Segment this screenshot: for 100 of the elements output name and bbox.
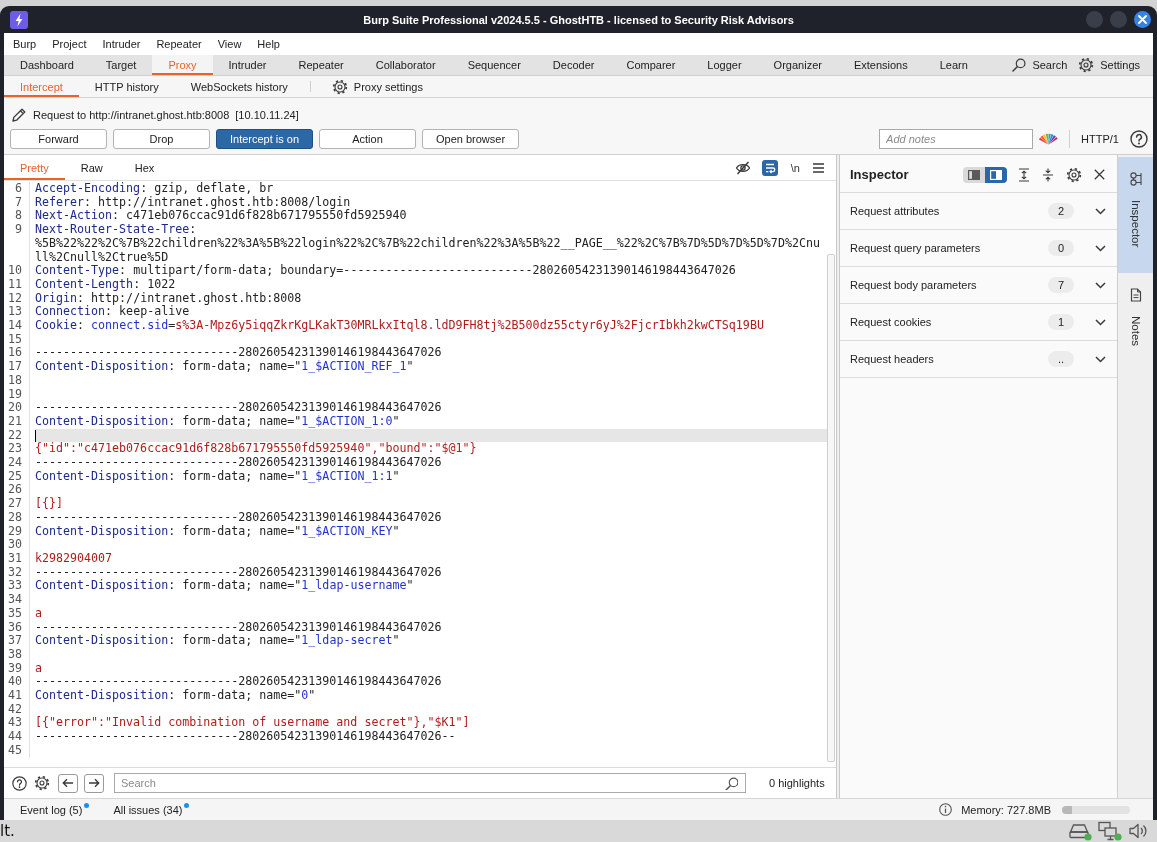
main-tab[interactable]: Repeater [282, 55, 360, 75]
count-badge: 2 [1048, 203, 1074, 219]
menu-item[interactable]: Repeater [156, 38, 202, 50]
main-tab[interactable]: Target [89, 55, 153, 75]
scrollbar-thumb[interactable] [827, 254, 835, 762]
code-line: Cookie: connect.sid=s%3A-Mpz6y5iqqZkrKgLKakT30MRLkxItql8.ldD9FH8tj%2B500dz55ctyr6yJ%2FjcrIbkh2kwCTSq19BU [35, 319, 764, 333]
toolbar-button[interactable]: Action [319, 129, 416, 149]
panel-left-icon [968, 169, 980, 180]
close-button[interactable] [1134, 11, 1151, 28]
menu-item[interactable]: Project [52, 38, 87, 50]
line-number: 15 [7, 331, 22, 346]
drive-icon[interactable] [1068, 821, 1092, 841]
line-number: 36 [7, 619, 22, 634]
status-tab[interactable]: All issues (34) [113, 803, 190, 816]
line-number: 11 [7, 276, 22, 291]
menu-item[interactable]: Intruder [102, 38, 141, 50]
settings-button[interactable]: Settings [1073, 57, 1145, 73]
line-number: 26 [7, 482, 22, 497]
search-button[interactable]: Search [1007, 58, 1073, 72]
taskbar-text: lt. [0, 822, 15, 840]
collapse-all-icon[interactable] [1042, 167, 1054, 182]
help-icon[interactable] [1130, 130, 1148, 148]
main-tab[interactable]: Dashboard [4, 55, 90, 75]
speaker-icon[interactable] [1128, 822, 1148, 840]
code-line: Content-Disposition: form-data; name="1_$ACTION_REF_1" [35, 360, 414, 374]
main-tab[interactable]: Organizer [757, 55, 838, 75]
toolbar-button[interactable]: Forward [10, 129, 107, 149]
previous-button[interactable] [58, 773, 78, 793]
expand-all-icon[interactable] [1018, 167, 1030, 182]
line-number: 20 [7, 400, 22, 415]
inspector-section[interactable]: Request cookies 1 [840, 304, 1117, 341]
code-line: -----------------------------28026054231390146198443647026 [35, 346, 442, 360]
layout-option[interactable] [963, 166, 985, 183]
line-number: 16 [7, 345, 22, 360]
code-line: Accept-Encoding: gzip, deflate, br [35, 182, 274, 196]
close-icon[interactable] [1094, 169, 1105, 180]
line-number: 8 [15, 208, 22, 223]
toolbar-button[interactable]: Drop [113, 129, 210, 149]
code-line: Content-Disposition: form-data; name="1_$ACTION_1:0" [35, 414, 400, 429]
toolbar-button[interactable]: Open browser [422, 129, 519, 149]
search-field[interactable]: Search [114, 773, 746, 793]
inspector-section[interactable]: Request query parameters 0 [840, 230, 1117, 267]
code-line: Origin: http://intranet.ghost.htb:8008 [35, 291, 302, 306]
chevron-down-icon[interactable] [1095, 355, 1106, 363]
editor-tab[interactable]: Raw [64, 155, 119, 180]
chevron-down-icon[interactable] [1095, 207, 1106, 215]
highlights-count: 0 highlights [769, 777, 825, 789]
burp-logo-icon[interactable] [10, 10, 28, 29]
status-tab[interactable]: Event log (5) [20, 803, 90, 816]
layout-option[interactable] [985, 166, 1007, 183]
section-label: Request query parameters [850, 242, 982, 254]
chevron-down-icon[interactable] [1095, 281, 1106, 289]
sub-tab[interactable]: WebSockets history [174, 76, 304, 97]
line-number: 23 [7, 441, 22, 456]
menu-item[interactable]: View [217, 38, 242, 50]
wrap-lines-icon[interactable] [761, 159, 778, 176]
menu-item[interactable]: Burp [13, 38, 37, 50]
side-tab[interactable]: Inspector [1118, 157, 1153, 274]
main-tab[interactable]: Collaborator [359, 55, 452, 75]
editor-tab[interactable]: Hex [118, 155, 171, 180]
settings-icon[interactable] [1066, 166, 1082, 183]
inspector-section[interactable]: Request headers .. [840, 341, 1117, 378]
eye-slash-icon[interactable] [734, 159, 751, 176]
main-tab[interactable]: Comparer [610, 55, 692, 75]
help-icon[interactable] [12, 775, 27, 791]
main-tab[interactable]: Logger [691, 55, 758, 75]
main-tab[interactable]: Sequencer [451, 55, 537, 75]
code-line: [{}] [35, 497, 64, 511]
menu-icon[interactable] [813, 162, 824, 173]
main-tab[interactable]: Intruder [212, 55, 283, 75]
window-title: Burp Suite Professional v2024.5.5 - GhostHTB - licensed to Security Risk Advisors [363, 13, 794, 26]
main-tab[interactable]: Extensions [837, 55, 924, 75]
network-icon[interactable] [1098, 821, 1122, 841]
side-tab[interactable]: Notes [1118, 273, 1153, 373]
code-line: -----------------------------28026054231390146198443647026-- [35, 730, 456, 744]
code-line: -----------------------------28026054231390146198443647026 [35, 456, 442, 470]
inspector-section[interactable]: Request attributes 2 [840, 193, 1117, 230]
main-tab[interactable]: Learn [923, 55, 984, 75]
code-line: {"id":"c471eb076ccac91d6f828b671795550fd5925940","bound":"$@1"} [35, 442, 477, 457]
notes-field[interactable]: Add notes [879, 129, 1034, 149]
line-number: 42 [7, 701, 22, 716]
line-number: 41 [7, 688, 22, 702]
chevron-down-icon[interactable] [1095, 244, 1106, 252]
info-icon[interactable] [939, 803, 953, 816]
settings-icon[interactable] [34, 775, 50, 791]
arrow-right-icon [88, 778, 100, 788]
menu-item[interactable]: Help [257, 38, 280, 50]
fan-icon[interactable] [1039, 133, 1059, 145]
count-badge: .. [1048, 351, 1074, 367]
inspector-section[interactable]: Request body parameters 7 [840, 267, 1117, 304]
sub-tab[interactable]: HTTP history [78, 76, 175, 97]
next-button[interactable] [84, 773, 104, 793]
pencil-icon[interactable] [11, 107, 27, 123]
proxy-settings-button[interactable]: Proxy settings [326, 76, 428, 97]
chevron-down-icon[interactable] [1095, 318, 1106, 326]
newline-toggle[interactable]: \n [788, 160, 802, 175]
code-line: Content-Disposition: form-data; name="1_$ACTION_KEY" [35, 524, 400, 539]
protocol-button[interactable]: HTTP/1 [1081, 133, 1119, 145]
toolbar-button[interactable]: Intercept is on [216, 129, 313, 149]
main-tab[interactable]: Decoder [536, 55, 611, 75]
